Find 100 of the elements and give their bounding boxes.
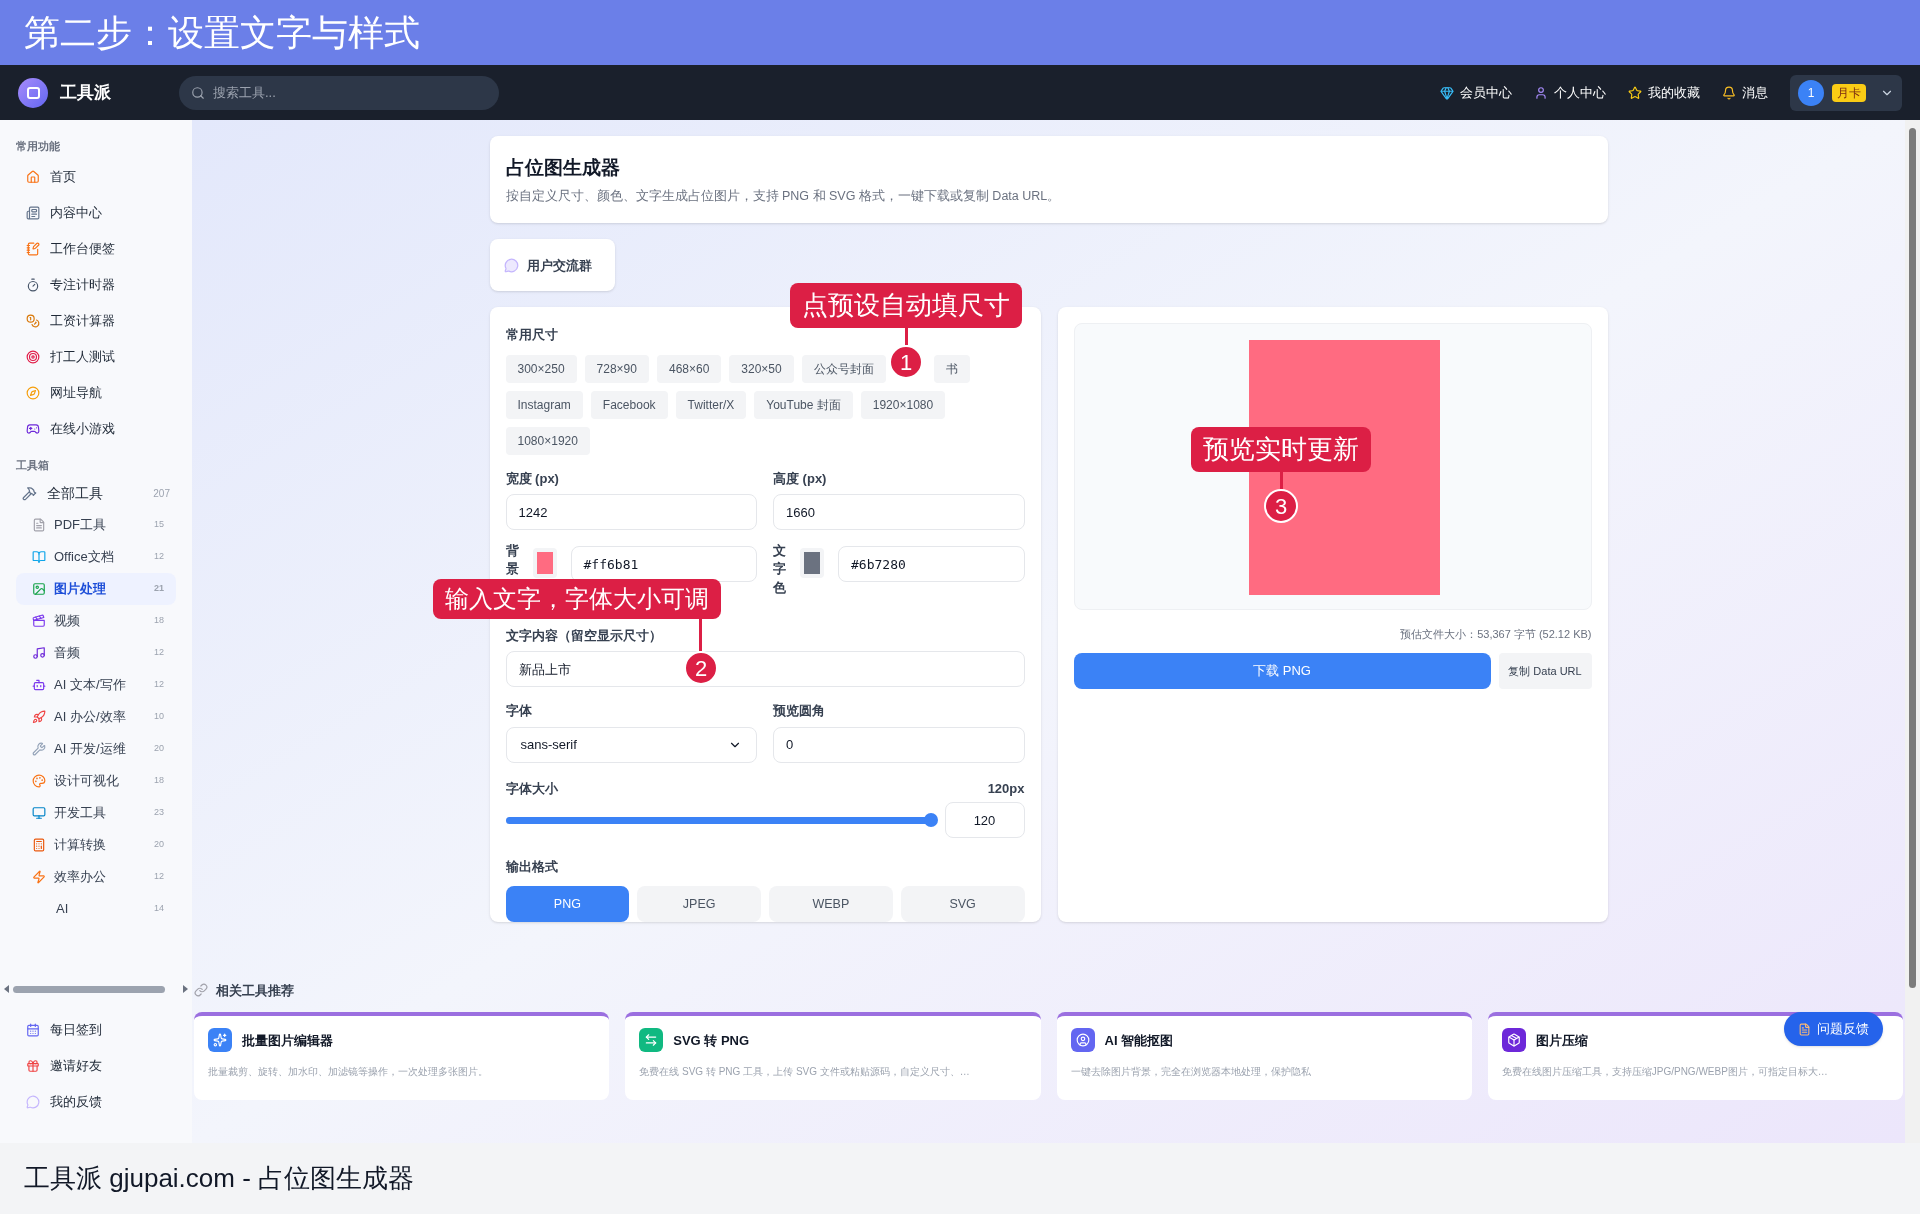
input-field[interactable]: 120 (944, 802, 1025, 839)
preset-chip[interactable]: Instagram (505, 390, 583, 419)
format-button[interactable]: JPEG (637, 886, 761, 923)
arrows-icon (639, 1028, 664, 1053)
compass-icon (26, 385, 40, 400)
download-button[interactable]: 下载 PNG (1073, 652, 1491, 689)
caption-text: 工具派 gjupai.com - 占位图生成器 (24, 1162, 415, 1195)
callout-label: 输入文字，字体大小可调 (433, 579, 721, 619)
nav-link[interactable]: 我的收藏 (1648, 82, 1700, 103)
font-select[interactable]: sans-serif (505, 726, 757, 763)
copy-button[interactable]: 复制 Data URL (1498, 652, 1592, 689)
preset-chip[interactable]: 书 (933, 354, 970, 383)
sidebar-item[interactable]: 专注计时器 (16, 266, 176, 303)
link-icon (194, 983, 208, 998)
field-label: 输出格式 (505, 859, 558, 875)
field-label: 文字内容（留空显示尺寸） (505, 626, 662, 645)
site-logo[interactable]: 工具派 (60, 79, 111, 106)
person-icon (1070, 1028, 1095, 1053)
field-label: 背景 (505, 542, 519, 579)
input-field[interactable]: #6b7280 (838, 546, 1025, 583)
sidebar-item[interactable]: 首页 (16, 158, 176, 195)
sidebar-item[interactable]: AI 文本/写作 12 (16, 669, 176, 701)
field-label: 宽度 (px) (505, 469, 559, 488)
preset-chip[interactable]: 728×90 (584, 354, 649, 383)
palette-icon (32, 774, 46, 788)
sidebar-item[interactable]: 设计可视化 18 (16, 765, 176, 797)
sidebar-item[interactable]: 工作台便签 (16, 230, 176, 267)
sidebar-item[interactable]: AI 14 (16, 893, 176, 925)
color-swatch[interactable] (536, 552, 553, 575)
tool-card[interactable]: SVG 转 PNG 免费在线 SVG 转 PNG 工具，上传 SVG 文件或粘贴源码，自定义尺寸、… (625, 1012, 1041, 1101)
sidebar-item[interactable]: 我的反馈 (16, 1084, 176, 1120)
sidebar-item[interactable]: Office文档 12 (16, 541, 176, 573)
file-size-text: 预估文件大小：53,367 字节 (52.12 KB) (1400, 627, 1592, 643)
search-field[interactable]: 搜索工具... (179, 75, 499, 110)
calendar-icon (26, 1023, 40, 1037)
book-icon (32, 550, 46, 564)
newspaper-icon (26, 205, 40, 220)
preset-chip[interactable]: 1920×1080 (860, 390, 946, 419)
sidebar-item[interactable]: 全部工具 207 (16, 477, 176, 509)
sidebar-item[interactable]: AI 办公/效率 10 (16, 701, 176, 733)
preset-chip[interactable]: Facebook (590, 390, 668, 419)
card-title: AI 智能抠图 (1104, 1031, 1174, 1050)
sidebar-item[interactable]: 开发工具 23 (16, 797, 176, 829)
sidebar-item[interactable]: 音频 12 (16, 637, 176, 669)
page-title: 占位图生成器 (505, 156, 620, 180)
sidebar-item[interactable]: 计算转换 20 (16, 829, 176, 861)
card-title: 批量图片编辑器 (242, 1031, 333, 1050)
vertical-scrollbar[interactable] (1905, 120, 1920, 1143)
section-title: 工具箱 (16, 457, 49, 473)
house-icon (26, 169, 40, 184)
user-menu[interactable]: 1 月卡 (1790, 74, 1902, 111)
sidebar-item[interactable]: 在线小游戏 (16, 410, 176, 447)
preset-chip[interactable]: 320×50 (729, 354, 794, 383)
lightning-icon (32, 870, 46, 884)
nav-link[interactable]: 会员中心 (1460, 82, 1512, 103)
sidebar-item[interactable]: 打工人测试 (16, 338, 176, 375)
robot-icon (32, 678, 46, 692)
sidebar-item[interactable]: 工资计算器 (16, 302, 176, 339)
input-field[interactable]: 1242 (505, 494, 757, 531)
star-icon (1628, 85, 1642, 100)
preset-chip[interactable]: YouTube 封面 (754, 390, 853, 419)
tutorial-title: 第二步：设置文字与样式 (24, 10, 420, 55)
calculator-icon (32, 838, 46, 852)
community-button[interactable]: 用户交流群 (489, 239, 615, 292)
section-title: 常用功能 (16, 139, 60, 154)
preset-chip[interactable]: Twitter/X (675, 390, 747, 419)
preset-chip[interactable]: 300×250 (505, 354, 577, 383)
person-icon (1534, 85, 1548, 100)
preset-chip[interactable]: 468×60 (656, 354, 722, 383)
preset-chip[interactable]: 1080×1920 (505, 426, 590, 455)
sidebar-item[interactable]: PDF工具 15 (16, 509, 176, 541)
clapperboard-icon (32, 614, 46, 628)
slider-thumb[interactable] (923, 812, 938, 827)
input-field[interactable]: #ff6b81 (570, 546, 757, 583)
notepad-icon (26, 241, 40, 256)
feedback-button[interactable]: 问题反馈 (1784, 1012, 1883, 1046)
format-button[interactable]: PNG (505, 886, 630, 923)
sidebar-item[interactable]: 效率办公 12 (16, 861, 176, 893)
search-icon (191, 85, 205, 100)
sidebar-item[interactable]: 内容中心 (16, 194, 176, 231)
preset-chip[interactable]: 公众号封面 (801, 354, 886, 383)
stopwatch-icon (26, 277, 40, 292)
nav-link[interactable]: 消息 (1742, 82, 1768, 103)
nav-link[interactable]: 个人中心 (1554, 82, 1606, 103)
format-button[interactable]: WEBP (769, 886, 893, 923)
sidebar-item[interactable]: 视频 18 (16, 605, 176, 637)
speech-bubble-icon (503, 257, 519, 273)
sidebar-item[interactable]: AI 开发/运维 20 (16, 733, 176, 765)
sidebar-item[interactable]: 网址导航 (16, 374, 176, 411)
input-field[interactable]: 0 (773, 726, 1025, 763)
sidebar-item[interactable]: 邀请好友 (16, 1048, 176, 1084)
sidebar-item[interactable]: 每日签到 (16, 1012, 176, 1048)
package-icon (1501, 1028, 1526, 1053)
logo-icon (18, 77, 48, 108)
sidebar-item[interactable]: 图片处理 21 (16, 573, 176, 605)
color-swatch[interactable] (804, 552, 820, 575)
field-label: 常用尺寸 (505, 326, 558, 345)
input-field[interactable]: 1660 (773, 494, 1025, 531)
card-title: SVG 转 PNG (673, 1031, 750, 1050)
format-button[interactable]: SVG (900, 886, 1025, 923)
